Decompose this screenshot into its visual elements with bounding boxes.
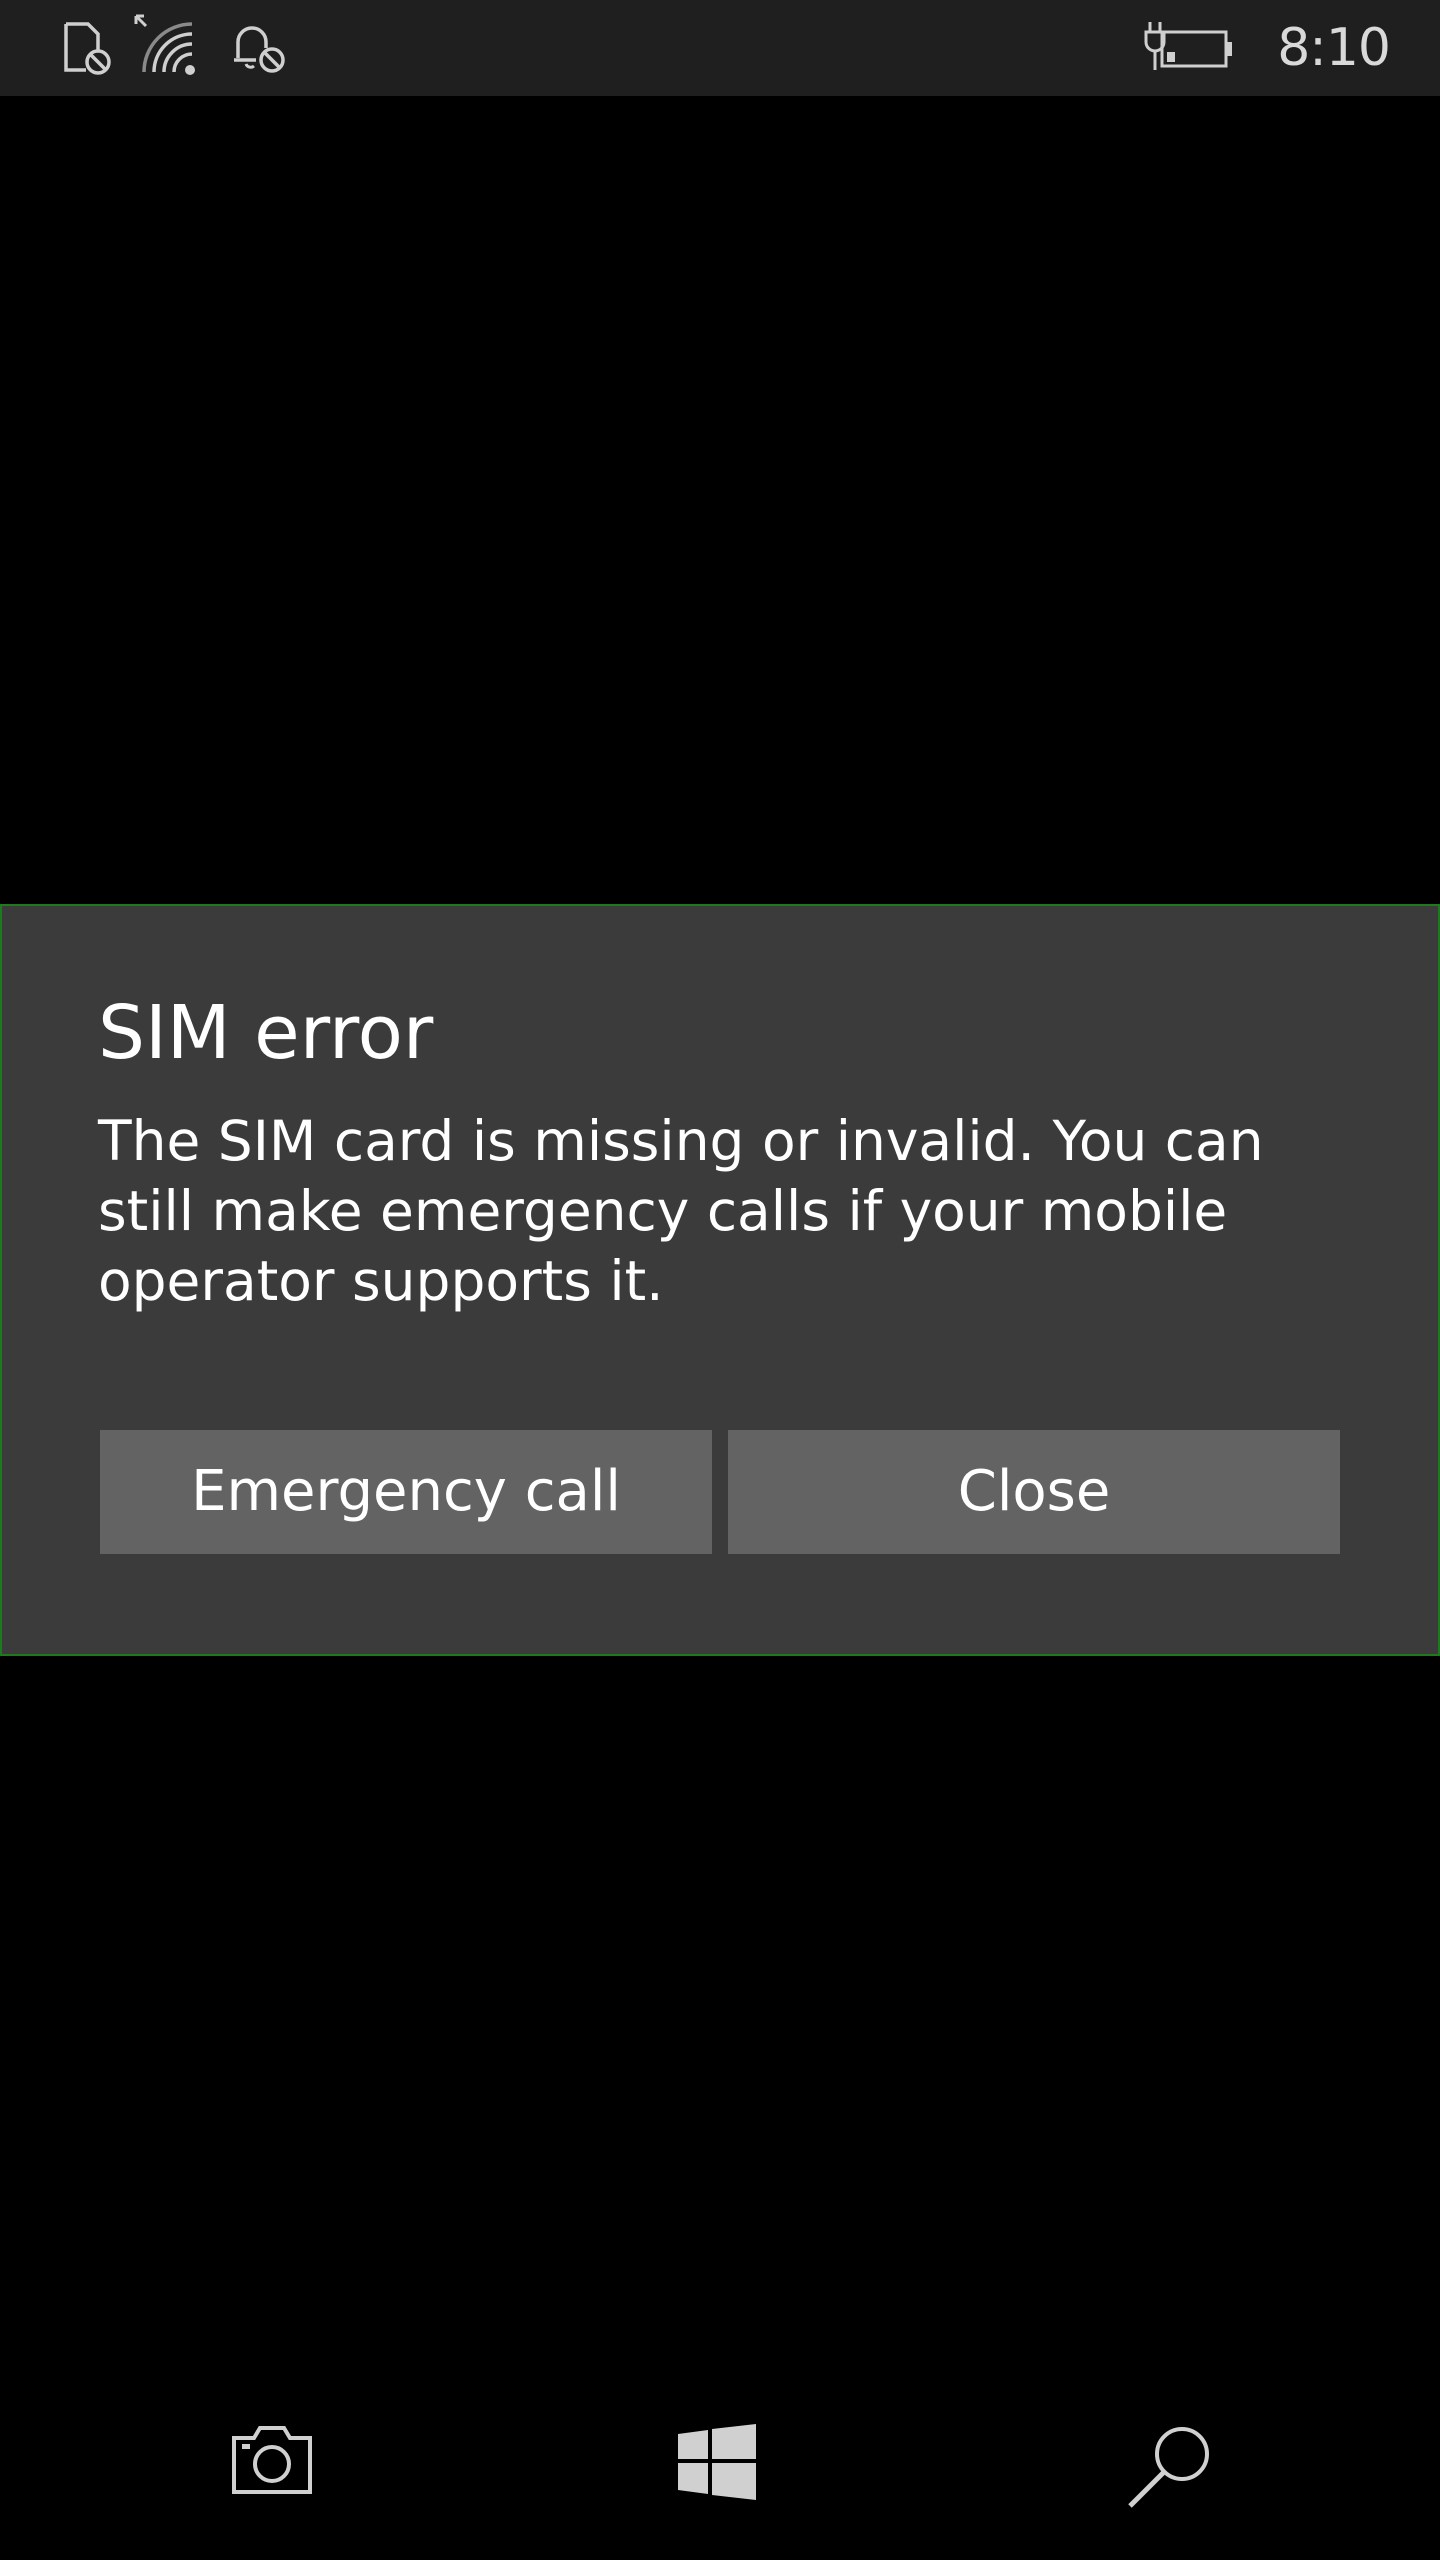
sim-error-dialog: SIM error The SIM card is missing or inv… xyxy=(0,904,1440,1656)
close-button[interactable]: Close xyxy=(728,1430,1340,1554)
dialog-message: The SIM card is missing or invalid. You … xyxy=(98,1109,1264,1313)
quiet-hours-icon xyxy=(234,26,285,73)
clock-time: 8:10 xyxy=(1277,18,1391,78)
wifi-signal-icon xyxy=(134,14,195,75)
emergency-call-button[interactable]: Emergency call xyxy=(100,1430,712,1554)
no-sim-icon xyxy=(64,22,111,75)
dialog-title: SIM error xyxy=(98,990,434,1076)
status-bar: 8:10 xyxy=(0,0,1440,96)
windows-start-icon[interactable] xyxy=(678,2424,756,2500)
battery-charging-icon xyxy=(1144,22,1232,70)
camera-icon[interactable] xyxy=(230,2424,314,2496)
search-icon[interactable] xyxy=(1126,2424,1212,2508)
